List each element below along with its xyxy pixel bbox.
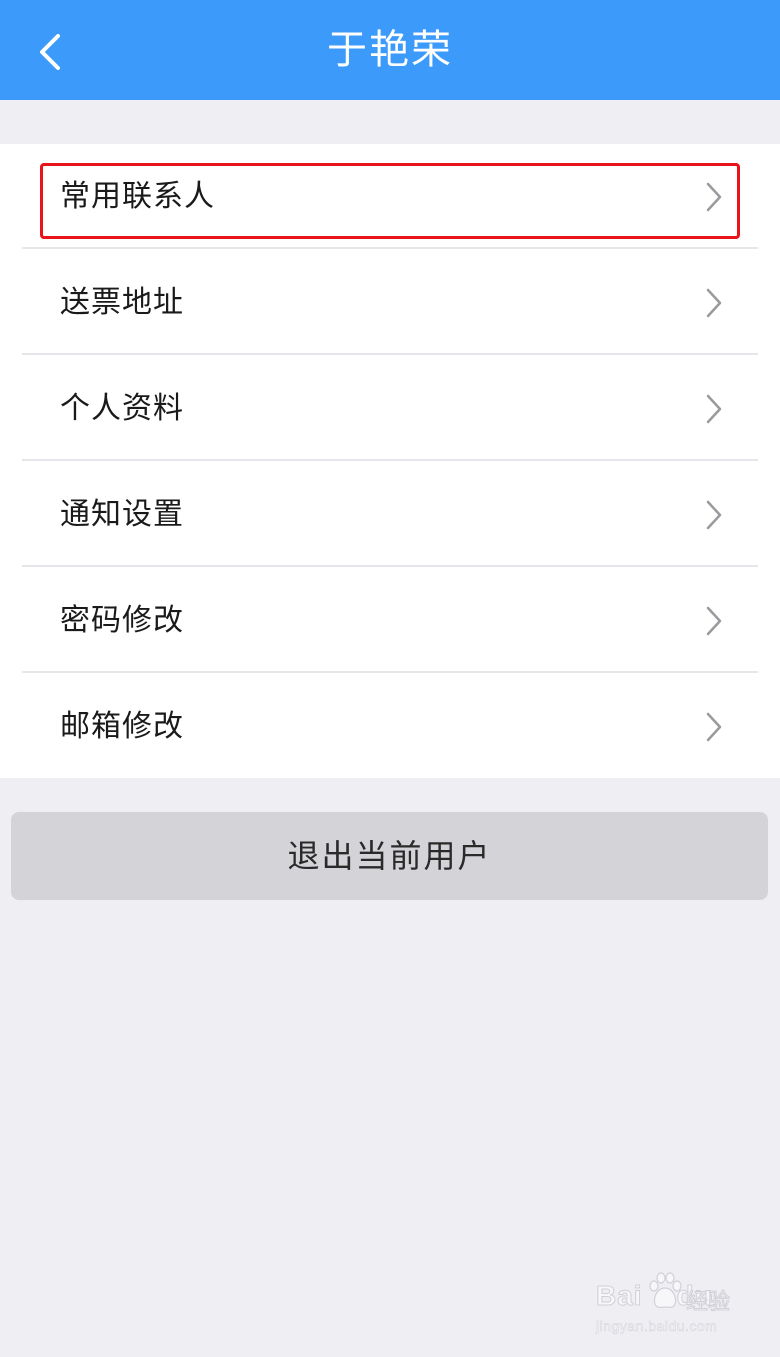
divider [22, 671, 758, 673]
menu-item-personal-info[interactable]: 个人资料 [0, 356, 780, 461]
watermark-url: jingyan.baidu.com [596, 1318, 718, 1335]
settings-menu: 常用联系人 送票地址 个人资料 通知设置 密码修改 邮箱修改 [0, 144, 780, 778]
chevron-right-icon [706, 394, 722, 424]
page-title: 于艳荣 [327, 27, 453, 73]
menu-item-change-password[interactable]: 密码修改 [0, 568, 780, 673]
menu-item-label: 常用联系人 [60, 179, 215, 214]
chevron-right-icon [706, 500, 722, 530]
menu-item-label: 密码修改 [60, 603, 184, 638]
chevron-right-icon [706, 288, 722, 318]
divider [22, 565, 758, 567]
menu-item-label: 邮箱修改 [60, 709, 184, 744]
menu-item-label: 通知设置 [60, 497, 184, 532]
menu-item-frequent-contacts[interactable]: 常用联系人 [0, 144, 780, 249]
chevron-right-icon [706, 182, 722, 212]
menu-item-change-email[interactable]: 邮箱修改 [0, 674, 780, 779]
menu-item-label: 送票地址 [60, 285, 184, 320]
baidu-watermark: Bai du 经验 jingyan.baidu.com [596, 1272, 746, 1342]
chevron-right-icon [706, 712, 722, 742]
divider [22, 353, 758, 355]
menu-item-notification-settings[interactable]: 通知设置 [0, 462, 780, 567]
watermark-text: 经验 [685, 1290, 731, 1316]
menu-item-label: 个人资料 [60, 391, 184, 426]
divider [22, 247, 758, 249]
menu-item-ticket-address[interactable]: 送票地址 [0, 250, 780, 355]
app-header: 于艳荣 [0, 0, 780, 100]
divider [22, 459, 758, 461]
paw-icon [649, 1272, 682, 1308]
chevron-right-icon [706, 606, 722, 636]
logout-button[interactable]: 退出当前用户 [11, 812, 768, 900]
